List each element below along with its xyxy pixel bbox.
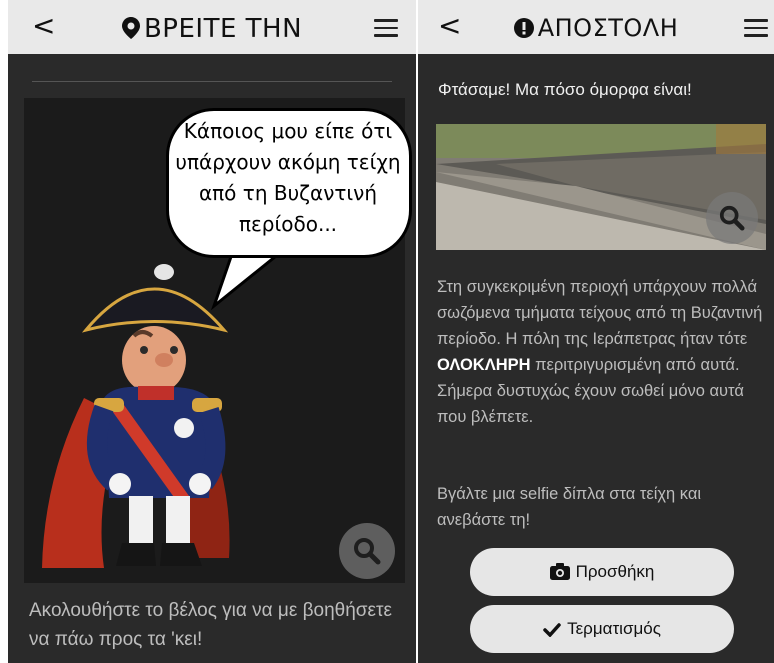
add-photo-label: Προσθήκη <box>575 562 655 581</box>
left-page-title: ΒΡΕΙΤΕ ΤΗΝ <box>8 14 416 44</box>
byzantine-walls-photo <box>436 124 766 250</box>
right-title-text: ΑΠΟΣΤΟΛΗ <box>537 14 679 42</box>
instruction-text: Ακολουθήστε το βέλος για να με βοηθήσετε… <box>29 600 392 650</box>
right-page-title: ΑΠΟΣΤΟΛΗ <box>418 14 774 42</box>
right-top-bar: < ΑΠΟΣΤΟΛΗ <box>418 0 774 54</box>
magnifier-icon <box>719 205 745 231</box>
highlight-word: ΟΛΟΚΛΗΡΗ <box>437 356 531 374</box>
finish-label: Τερματισμός <box>567 619 661 638</box>
map-marker-icon <box>121 17 140 39</box>
left-screen: < ΒΡΕΙΤΕ ΤΗΝ Κάποιος μου είπε ότι υπάρχο… <box>8 0 416 663</box>
zoom-button[interactable] <box>339 523 395 579</box>
mission-text: Φτάσαμε! Μα πόσο όμορφα είναι! <box>438 80 692 99</box>
hamburger-menu-icon[interactable] <box>744 19 768 37</box>
hamburger-menu-icon[interactable] <box>374 19 398 37</box>
left-top-bar: < ΒΡΕΙΤΕ ΤΗΝ <box>8 0 416 54</box>
camera-icon <box>549 563 570 580</box>
character-illustration: Κάποιος μου είπε ότι υπάρχουν ακόμη τείχ… <box>24 98 412 583</box>
description-text: Στη συγκεκριμένη περιοχή υπάρχουν πολλά … <box>437 278 763 426</box>
napoleon-character <box>42 264 230 568</box>
checkmark-icon <box>543 623 561 638</box>
magnifier-icon <box>354 538 381 565</box>
finish-button[interactable]: Τερματισμός <box>470 605 734 653</box>
zoom-button[interactable] <box>706 192 758 244</box>
right-screen: < ΑΠΟΣΤΟΛΗ Φτάσαμε! Μα πόσο όμορφα είναι… <box>418 0 774 663</box>
selfie-instruction: Βγάλτε μια selfie δίπλα στα τείχη και αν… <box>437 485 702 529</box>
left-title-text: ΒΡΕΙΤΕ ΤΗΝ <box>143 14 303 44</box>
add-photo-button[interactable]: Προσθήκη <box>470 548 734 596</box>
section-divider <box>32 81 392 82</box>
exclamation-circle-icon <box>513 18 534 38</box>
